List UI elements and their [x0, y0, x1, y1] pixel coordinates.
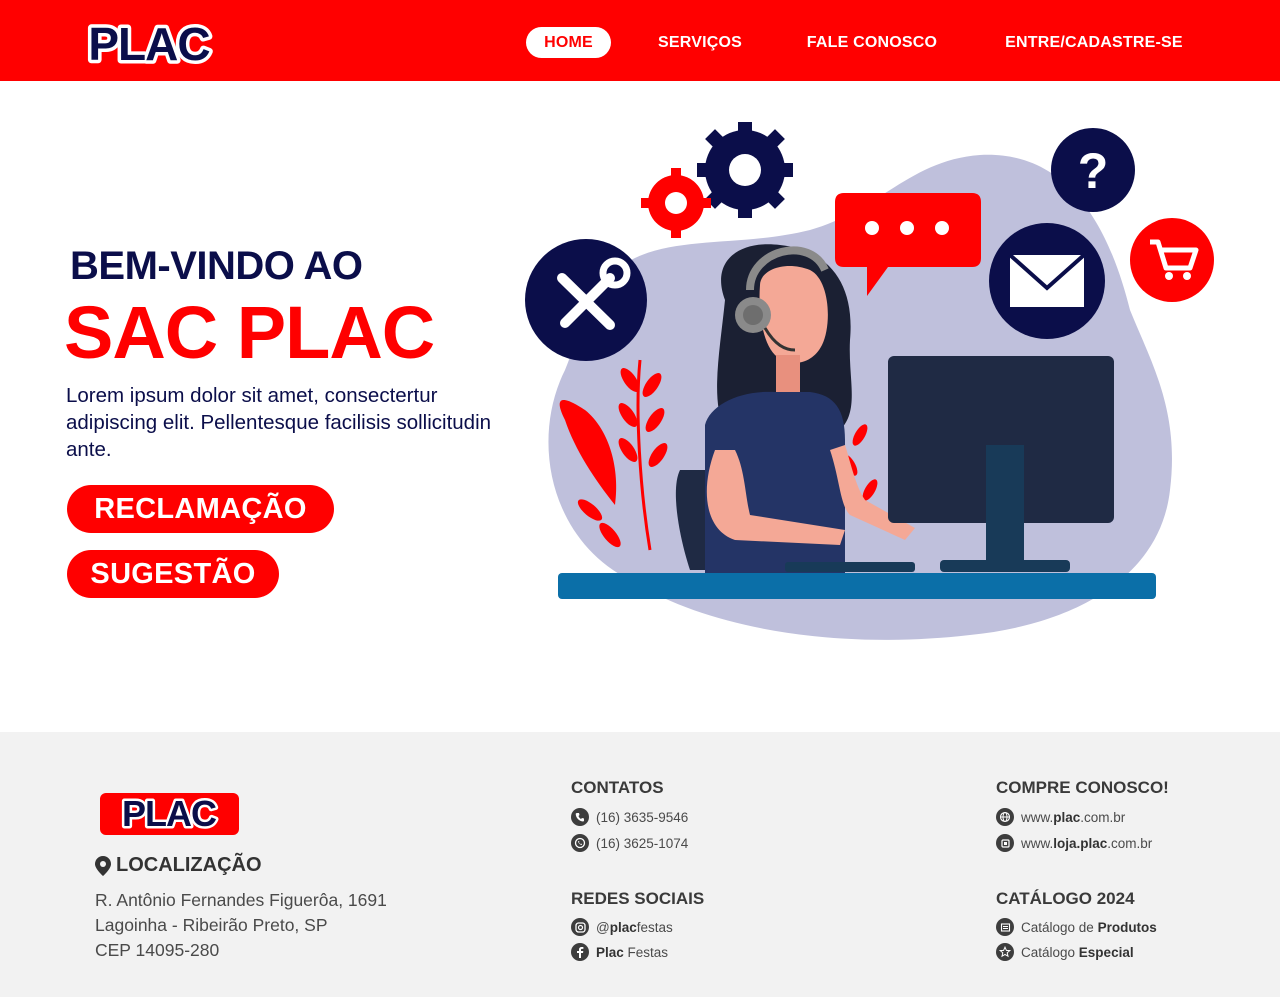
main-nav: HOME SERVIÇOS FALE CONOSCO ENTRE/CADASTR… [0, 0, 1280, 81]
site-link[interactable]: www.plac.com.br [996, 808, 1125, 826]
whatsapp-text: (16) 3625-1074 [596, 835, 689, 851]
star-icon [996, 943, 1014, 961]
phone-contact[interactable]: (16) 3635-9546 [571, 808, 688, 826]
site-footer: PLAC LOCALIZAÇÃO R. Antônio Fernandes Fi… [0, 732, 1280, 997]
hero-title: SAC PLAC [64, 291, 435, 374]
nav-fale-conosco[interactable]: FALE CONOSCO [796, 27, 948, 58]
complaint-button[interactable]: RECLAMAÇÃO [67, 485, 334, 533]
store-icon [996, 834, 1014, 852]
hero-description: Lorem ipsum dolor sit amet, consectertur… [66, 384, 492, 461]
address-line: R. Antônio Fernandes Figuerôa, 1691 [95, 890, 387, 910]
site-header: PLAC HOME SERVIÇOS FALE CONOSCO ENTRE/CA… [0, 0, 1280, 81]
customer-support-illustration: ? [525, 122, 1214, 640]
location-pin-icon [95, 855, 111, 876]
facebook-link[interactable]: Plac Festas [571, 943, 668, 961]
gear-icons [641, 122, 793, 238]
whatsapp-contact[interactable]: (16) 3625-1074 [571, 834, 688, 852]
address-line: Lagoinha - Ribeirão Preto, SP [95, 915, 328, 935]
svg-text:PLAC: PLAC [122, 793, 217, 834]
instagram-link[interactable]: @placfestas [571, 918, 673, 936]
facebook-icon [571, 943, 589, 961]
whatsapp-icon [571, 834, 589, 852]
social-title: REDES SOCIAIS [571, 889, 705, 908]
phone-text: (16) 3635-9546 [596, 809, 689, 825]
catalog-title: CATÁLOGO 2024 [996, 889, 1135, 908]
phone-icon [571, 808, 589, 826]
svg-text:?: ? [1078, 143, 1109, 199]
instagram-icon [571, 918, 589, 936]
store-link[interactable]: www.loja.plac.com.br [996, 834, 1152, 852]
address-line: CEP 14095-280 [95, 940, 220, 960]
shop-title: COMPRE CONOSCO! [996, 778, 1169, 797]
suggestion-button[interactable]: SUGESTÃO [67, 550, 279, 598]
contacts-title: CONTATOS [571, 778, 664, 797]
nav-servicos[interactable]: SERVIÇOS [648, 27, 752, 58]
nav-entre-cadastre[interactable]: ENTRE/CADASTRE-SE [994, 27, 1194, 58]
nav-home[interactable]: HOME [526, 27, 611, 58]
catalog-icon [996, 918, 1014, 936]
footer-plac-logo[interactable]: PLAC [99, 792, 240, 836]
desk [558, 573, 1156, 599]
catalog-products-link[interactable]: Catálogo de Produtos [996, 918, 1157, 936]
location-title-text: LOCALIZAÇÃO [116, 854, 262, 876]
catalog-special-link[interactable]: Catálogo Especial [996, 943, 1134, 961]
location-title: LOCALIZAÇÃO [95, 854, 262, 877]
globe-icon [996, 808, 1014, 826]
cart-icon [1130, 218, 1214, 302]
hero-kicker: BEM-VINDO AO [70, 244, 363, 288]
